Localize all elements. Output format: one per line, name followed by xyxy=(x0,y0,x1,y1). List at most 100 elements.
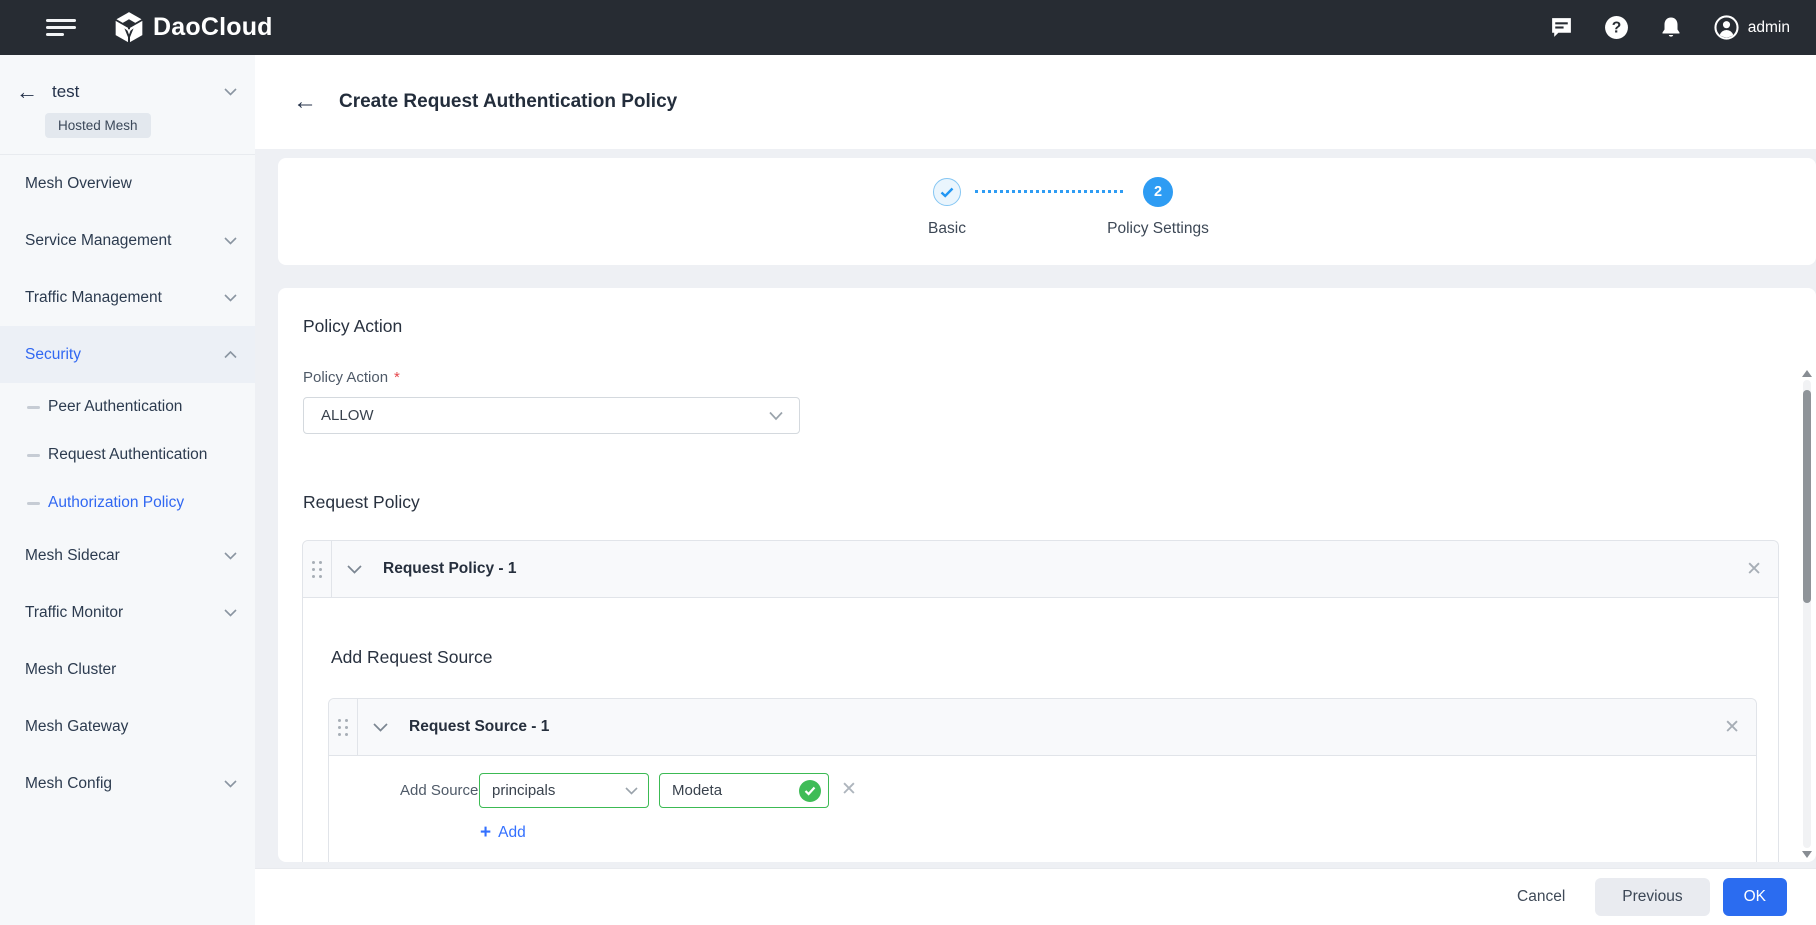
sidebar-item-mesh-sidecar[interactable]: Mesh Sidecar xyxy=(0,527,255,584)
source-value-input[interactable] xyxy=(660,782,778,799)
chevron-down-icon xyxy=(224,294,237,302)
topbar-actions: ? admin xyxy=(1549,15,1816,40)
chevron-down-icon xyxy=(625,787,638,795)
add-source-label: Add Source* xyxy=(400,782,490,799)
policy-action-label: Policy Action* xyxy=(303,369,400,386)
dash-icon xyxy=(27,502,40,505)
mesh-name[interactable]: test xyxy=(52,82,79,102)
chevron-down-icon xyxy=(224,609,237,617)
svg-text:?: ? xyxy=(1612,20,1622,37)
sidebar-item-label: Service Management xyxy=(25,232,171,250)
form-footer: Cancel Previous OK xyxy=(255,868,1816,925)
step-basic-done-icon[interactable] xyxy=(933,178,961,206)
step-basic-label[interactable]: Basic xyxy=(872,220,1022,238)
request-policy-heading: Request Policy xyxy=(303,492,420,513)
stepper-connector xyxy=(975,190,1123,193)
sidebar-item-label: Mesh Gateway xyxy=(25,718,128,736)
request-policy-panel: Request Policy - 1 ✕ Add Request Source … xyxy=(302,540,1779,862)
required-mark: * xyxy=(394,369,400,386)
sidebar-item-label: Mesh Sidecar xyxy=(25,547,120,565)
sidebar-item-request-authentication[interactable]: Request Authentication xyxy=(0,431,255,479)
sidebar-item-service-management[interactable]: Service Management xyxy=(0,212,255,269)
sidebar-item-security[interactable]: Security xyxy=(0,326,255,383)
policy-settings-form: Policy Action Policy Action* ALLOW Reque… xyxy=(278,288,1816,862)
valid-check-icon xyxy=(799,780,821,802)
sidebar-item-label: Mesh Config xyxy=(25,775,112,793)
avatar-icon xyxy=(1714,15,1739,40)
close-icon[interactable]: ✕ xyxy=(1724,718,1740,737)
sidebar-item-peer-authentication[interactable]: Peer Authentication xyxy=(0,383,255,431)
sidebar-item-label: Mesh Overview xyxy=(25,175,132,193)
dash-icon xyxy=(27,406,40,409)
sidebar-item-mesh-config[interactable]: Mesh Config xyxy=(0,755,255,812)
bell-icon[interactable] xyxy=(1659,15,1684,40)
previous-button[interactable]: Previous xyxy=(1595,878,1709,916)
topbar: DaoCloud ? admin xyxy=(0,0,1816,55)
request-policy-panel-header: Request Policy - 1 ✕ xyxy=(303,541,1778,598)
mesh-selector: ← test xyxy=(0,55,255,103)
remove-source-icon[interactable]: ✕ xyxy=(841,780,857,799)
brand-logo[interactable]: DaoCloud xyxy=(114,11,273,45)
policy-action-select[interactable]: ALLOW xyxy=(303,397,800,434)
sidebar-item-traffic-management[interactable]: Traffic Management xyxy=(0,269,255,326)
sidebar-item-traffic-monitor[interactable]: Traffic Monitor xyxy=(0,584,255,641)
add-label: Add xyxy=(498,824,526,842)
scroll-up-icon[interactable] xyxy=(1802,370,1812,377)
app-window: DaoCloud ? admin ← test xyxy=(0,0,1816,925)
step-policy-settings-label[interactable]: Policy Settings xyxy=(1083,220,1233,238)
scrollbar-thumb[interactable] xyxy=(1803,390,1811,603)
plus-icon: + xyxy=(480,823,491,842)
collapse-chevron-icon[interactable] xyxy=(347,565,362,574)
sidebar-item-authorization-policy[interactable]: Authorization Policy xyxy=(0,479,255,527)
sidebar-item-mesh-cluster[interactable]: Mesh Cluster xyxy=(0,641,255,698)
chevron-up-icon xyxy=(224,351,237,359)
add-request-source-heading: Add Request Source xyxy=(331,647,493,668)
sidebar-item-label: Peer Authentication xyxy=(48,398,182,416)
back-icon[interactable]: ← xyxy=(293,88,317,116)
chevron-down-icon xyxy=(769,411,783,420)
help-icon[interactable]: ? xyxy=(1604,15,1629,40)
add-source-button[interactable]: + Add xyxy=(480,823,526,842)
chevron-down-icon xyxy=(224,780,237,788)
request-policy-panel-title: Request Policy - 1 xyxy=(383,560,517,578)
sidebar-item-label: Traffic Management xyxy=(25,289,162,307)
sidebar-item-mesh-overview[interactable]: Mesh Overview xyxy=(0,155,255,212)
request-source-panel-header: Request Source - 1 ✕ xyxy=(329,699,1756,756)
close-icon[interactable]: ✕ xyxy=(1746,560,1762,579)
policy-action-value: ALLOW xyxy=(304,407,374,424)
request-source-panel-title: Request Source - 1 xyxy=(409,718,549,736)
scrollbar xyxy=(1800,366,1814,862)
daocloud-cube-icon xyxy=(114,11,144,45)
ok-button[interactable]: OK xyxy=(1723,878,1787,916)
username: admin xyxy=(1748,19,1790,37)
chevron-down-icon xyxy=(224,237,237,245)
source-value-field xyxy=(659,773,829,808)
sidebar-item-label: Security xyxy=(25,346,81,364)
sidebar-item-mesh-gateway[interactable]: Mesh Gateway xyxy=(0,698,255,755)
brand-name: DaoCloud xyxy=(153,13,273,42)
sidebar-item-label: Mesh Cluster xyxy=(25,661,116,679)
step-policy-settings-badge[interactable]: 2 xyxy=(1143,177,1173,207)
policy-action-heading: Policy Action xyxy=(303,316,402,337)
dash-icon xyxy=(27,454,40,457)
chevron-down-icon xyxy=(224,552,237,560)
cancel-button[interactable]: Cancel xyxy=(1507,879,1575,915)
collapse-chevron-icon[interactable] xyxy=(373,723,388,732)
user-menu[interactable]: admin xyxy=(1714,15,1790,40)
scroll-down-icon[interactable] xyxy=(1802,851,1812,858)
sidebar-back-icon[interactable]: ← xyxy=(16,81,38,103)
sidebar-item-label: Traffic Monitor xyxy=(25,604,123,622)
page-title: Create Request Authentication Policy xyxy=(339,91,677,113)
stepper: 2 Basic Policy Settings xyxy=(278,158,1816,265)
sidebar-item-label: Authorization Policy xyxy=(48,494,184,512)
drag-handle-icon[interactable] xyxy=(303,541,332,597)
chevron-down-icon[interactable] xyxy=(224,88,237,96)
hosted-mesh-badge: Hosted Mesh xyxy=(45,113,151,138)
menu-icon[interactable] xyxy=(46,15,76,40)
drag-handle-icon[interactable] xyxy=(329,699,358,755)
chat-icon[interactable] xyxy=(1549,15,1574,40)
page-header: ← Create Request Authentication Policy xyxy=(255,55,1816,149)
request-source-panel: Request Source - 1 ✕ Add Source* princip… xyxy=(328,698,1757,862)
source-key-select[interactable]: principals xyxy=(479,773,649,808)
sidebar-item-label: Request Authentication xyxy=(48,446,207,464)
